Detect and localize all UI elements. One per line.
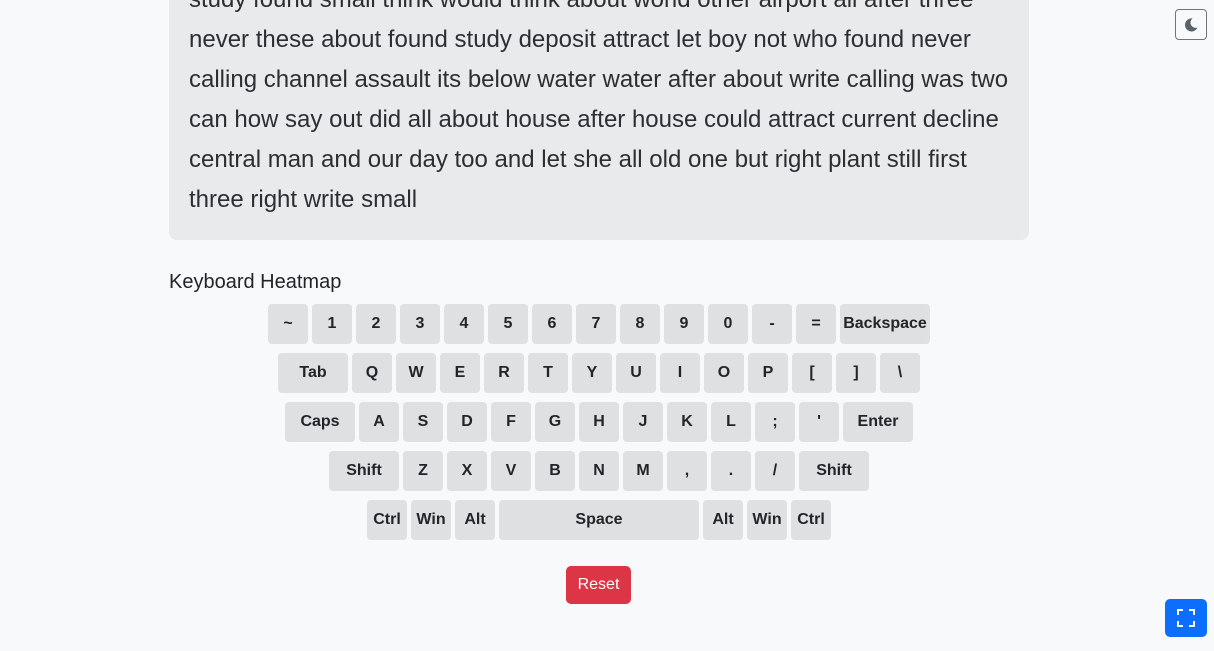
key-backslash[interactable]: \ [880,353,920,393]
key-5[interactable]: 5 [488,304,528,344]
key-v[interactable]: V [491,451,531,491]
reset-button[interactable]: Reset [566,566,631,604]
key-comma[interactable]: , [667,451,707,491]
text-line: never these about found study deposit at… [189,26,971,53]
key-period[interactable]: . [711,451,751,491]
key-2[interactable]: 2 [356,304,396,344]
fullscreen-icon [1177,609,1195,627]
fullscreen-button[interactable] [1165,599,1207,637]
key-d[interactable]: D [447,402,487,442]
key-z[interactable]: Z [403,451,443,491]
typing-text-panel: study found small think would think abou… [169,0,1029,240]
key-6[interactable]: 6 [532,304,572,344]
moon-icon [1185,17,1198,31]
key-m[interactable]: M [623,451,663,491]
key-f[interactable]: F [491,402,531,442]
heatmap-title: Keyboard Heatmap [169,271,342,293]
keyboard-row-numbers: ~ 1 2 3 4 5 6 7 8 9 0 - = Backspace [0,304,1198,344]
key-4[interactable]: 4 [444,304,484,344]
key-9[interactable]: 9 [664,304,704,344]
key-y[interactable]: Y [572,353,612,393]
key-a[interactable]: A [359,402,399,442]
key-0[interactable]: 0 [708,304,748,344]
key-tab[interactable]: Tab [278,353,348,393]
key-k[interactable]: K [667,402,707,442]
key-b[interactable]: B [535,451,575,491]
key-right-alt[interactable]: Alt [703,500,743,540]
key-7[interactable]: 7 [576,304,616,344]
key-l[interactable]: L [711,402,751,442]
key-n[interactable]: N [579,451,619,491]
typing-test-page: study found small think would think abou… [0,0,1214,651]
theme-toggle-button[interactable] [1175,9,1207,40]
key-r[interactable]: R [484,353,524,393]
key-p[interactable]: P [748,353,788,393]
keyboard-row-modifiers: Ctrl Win Alt Space Alt Win Ctrl [0,500,1198,540]
key-right-bracket[interactable]: ] [836,353,876,393]
key-right-ctrl[interactable]: Ctrl [791,500,831,540]
key-8[interactable]: 8 [620,304,660,344]
key-left-shift[interactable]: Shift [329,451,399,491]
key-left-bracket[interactable]: [ [792,353,832,393]
key-q[interactable]: Q [352,353,392,393]
key-t[interactable]: T [528,353,568,393]
key-left-alt[interactable]: Alt [455,500,495,540]
text-line: central man and our day too and let she … [189,146,967,173]
key-right-win[interactable]: Win [747,500,787,540]
key-semicolon[interactable]: ; [755,402,795,442]
key-g[interactable]: G [535,402,575,442]
text-line: study found small think would think abou… [189,0,1013,20]
key-w[interactable]: W [396,353,436,393]
key-3[interactable]: 3 [400,304,440,344]
key-tilde[interactable]: ~ [268,304,308,344]
key-right-shift[interactable]: Shift [799,451,869,491]
text-line: can how say out did all about house afte… [189,106,999,133]
key-s[interactable]: S [403,402,443,442]
keyboard-row-bottom: Shift Z X V B N M , . / Shift [0,451,1198,491]
key-h[interactable]: H [579,402,619,442]
key-j[interactable]: J [623,402,663,442]
key-slash[interactable]: / [755,451,795,491]
keyboard-heatmap: ~ 1 2 3 4 5 6 7 8 9 0 - = Backspace Tab … [0,304,1198,549]
key-minus[interactable]: - [752,304,792,344]
key-caps[interactable]: Caps [285,402,355,442]
key-space[interactable]: Space [499,500,699,540]
key-enter[interactable]: Enter [843,402,913,442]
key-quote[interactable]: ' [799,402,839,442]
typing-text: study found small think would think abou… [189,0,1013,220]
key-left-win[interactable]: Win [411,500,451,540]
key-x[interactable]: X [447,451,487,491]
key-backspace[interactable]: Backspace [840,304,930,344]
key-o[interactable]: O [704,353,744,393]
key-equals[interactable]: = [796,304,836,344]
keyboard-row-top: Tab Q W E R T Y U I O P [ ] \ [0,353,1198,393]
text-line: calling channel assault its below water … [189,66,1009,93]
key-1[interactable]: 1 [312,304,352,344]
key-i[interactable]: I [660,353,700,393]
key-u[interactable]: U [616,353,656,393]
keyboard-row-home: Caps A S D F G H J K L ; ' Enter [0,402,1198,442]
text-line: three right write small [189,186,418,213]
key-left-ctrl[interactable]: Ctrl [367,500,407,540]
key-e[interactable]: E [440,353,480,393]
